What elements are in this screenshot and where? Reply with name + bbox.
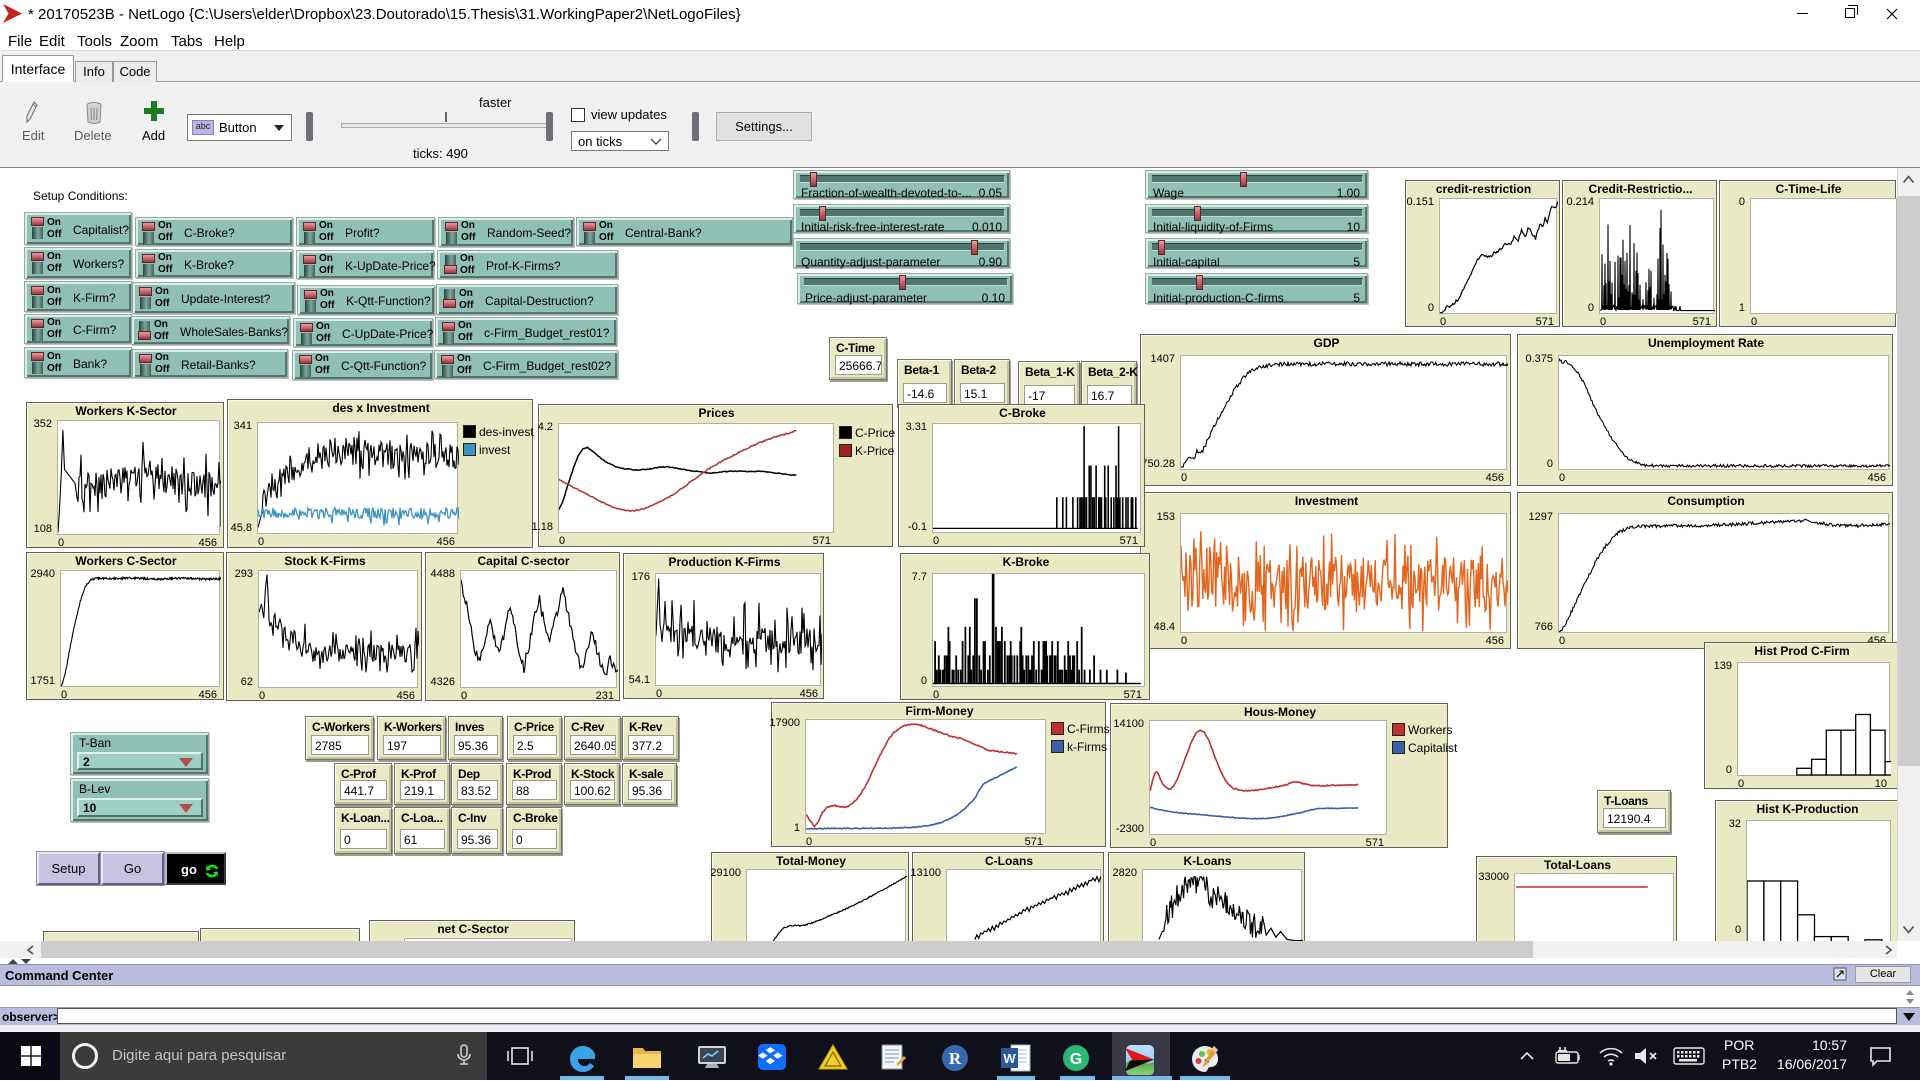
- svg-text:G: G: [1070, 1051, 1082, 1068]
- svg-text:R: R: [949, 1049, 962, 1068]
- svg-text:W: W: [1003, 1051, 1016, 1066]
